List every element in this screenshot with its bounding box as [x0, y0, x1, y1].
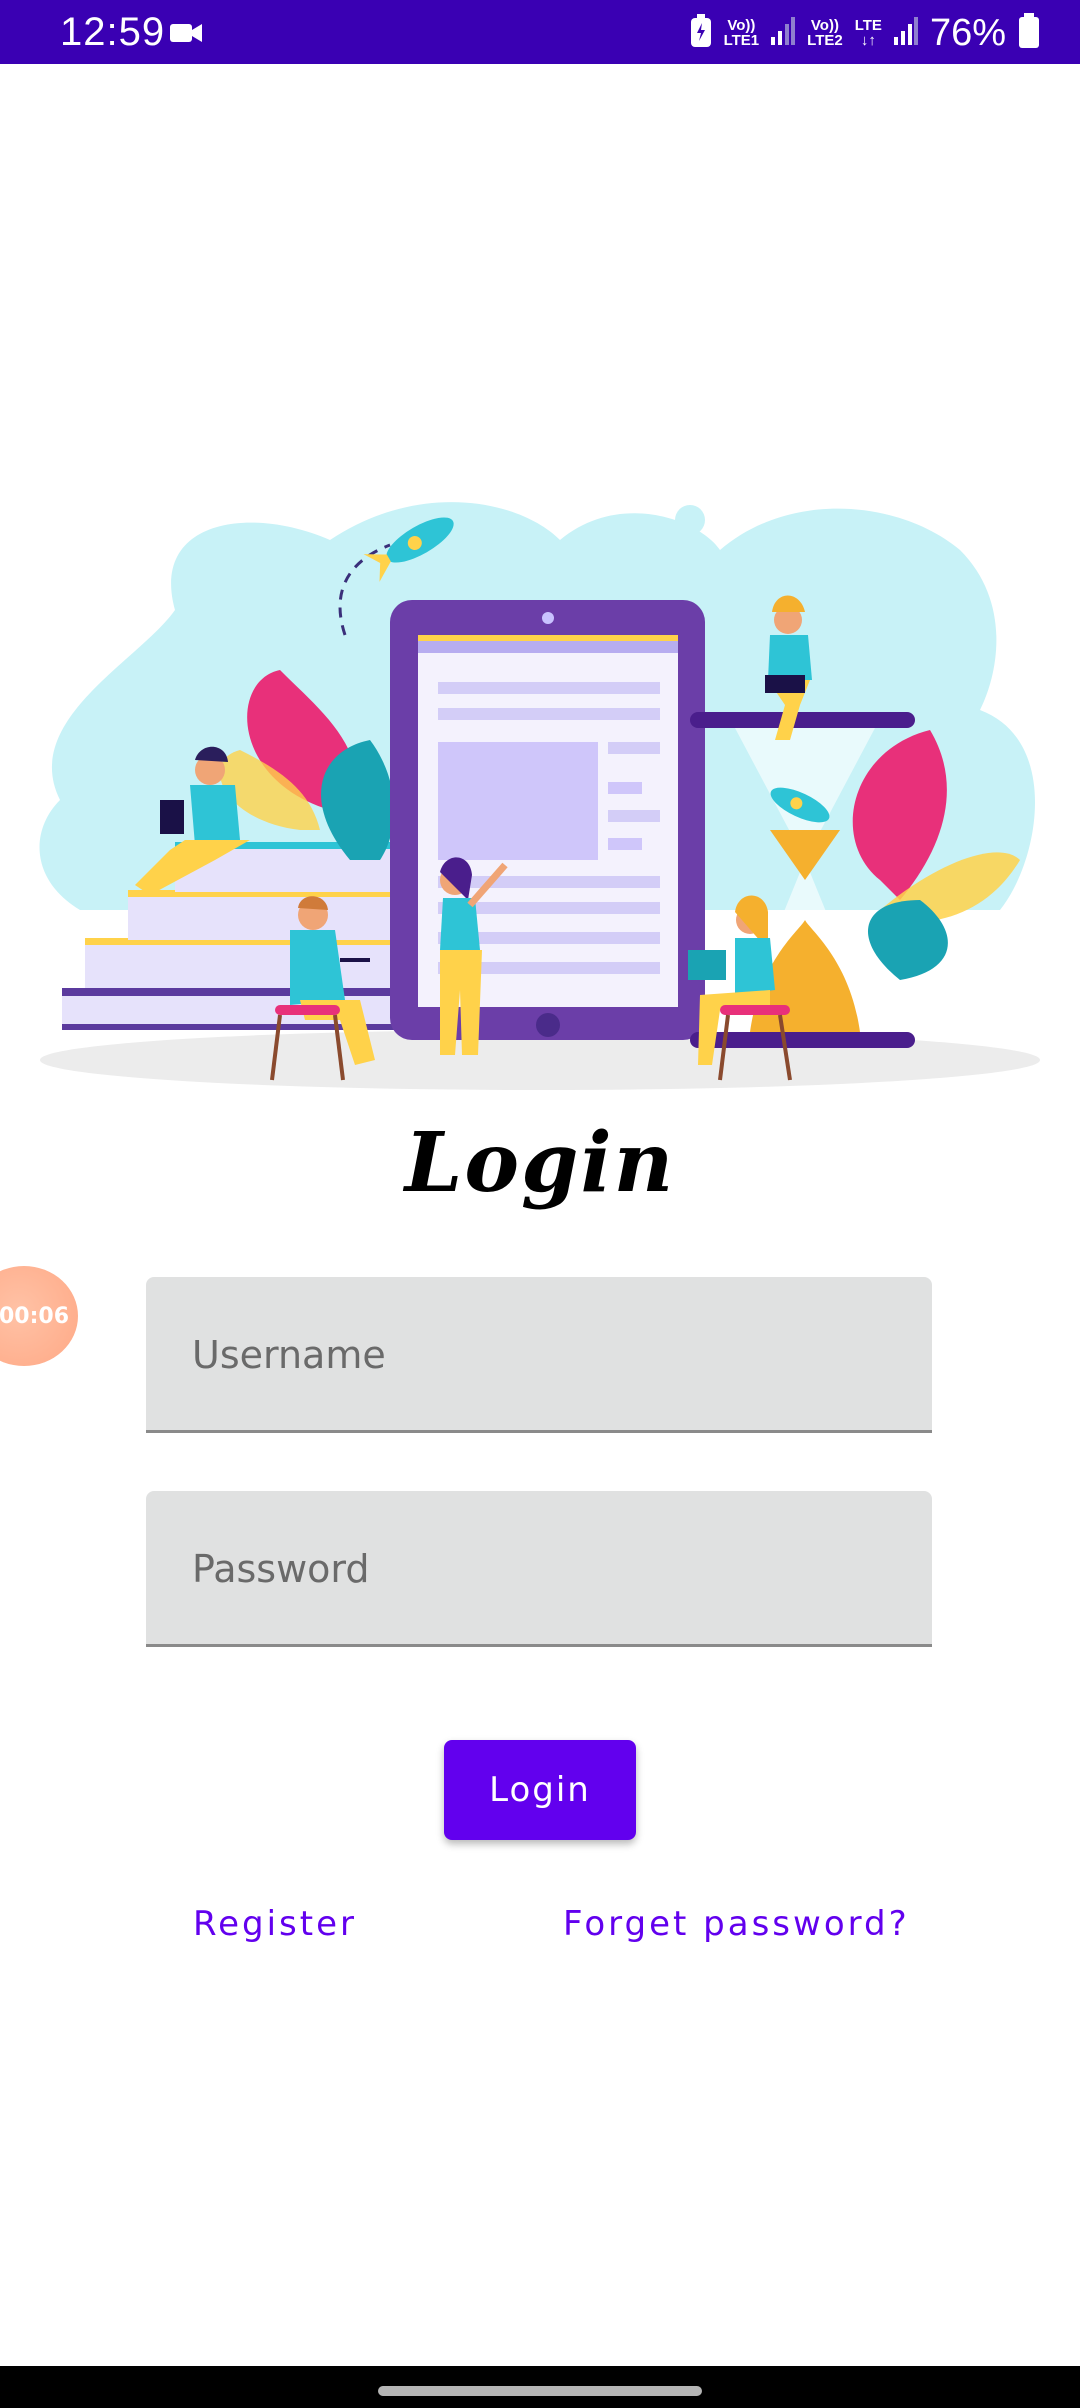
lte-label: LTE ↓↑ [854, 17, 882, 49]
sim2-label: Vo)) LTE2 [807, 17, 843, 49]
status-time: 12:59 [60, 10, 166, 54]
register-link[interactable]: Register [193, 1904, 357, 1944]
password-input[interactable] [190, 1533, 894, 1605]
status-bar: 12:59 Vo)) LTE1 Vo)) LTE2 LTE ↓↑ 76% [0, 0, 1080, 64]
status-icons: Vo)) LTE1 Vo)) LTE2 LTE ↓↑ 76% [690, 8, 1040, 58]
battery-icon [1018, 13, 1040, 53]
floating-timer-bubble[interactable]: 00:06 [0, 1266, 78, 1366]
username-field[interactable] [146, 1277, 932, 1433]
navigation-bar [0, 2366, 1080, 2408]
login-illustration [0, 480, 1080, 1100]
login-button[interactable]: Login [444, 1740, 636, 1840]
username-input[interactable] [190, 1319, 894, 1391]
password-field[interactable] [146, 1491, 932, 1647]
timer-label: 00:06 [0, 1303, 70, 1329]
forgot-password-link[interactable]: Forget password? [563, 1904, 910, 1944]
battery-percent: 76% [929, 11, 1006, 54]
signal-icon [771, 17, 796, 49]
signal-icon [893, 17, 918, 49]
sim1-label: Vo)) LTE1 [723, 17, 760, 49]
home-gesture-handle[interactable] [378, 2386, 702, 2396]
battery-saver-icon [690, 14, 712, 52]
video-camera-icon [170, 22, 202, 48]
login-title: Login [404, 1115, 676, 1211]
